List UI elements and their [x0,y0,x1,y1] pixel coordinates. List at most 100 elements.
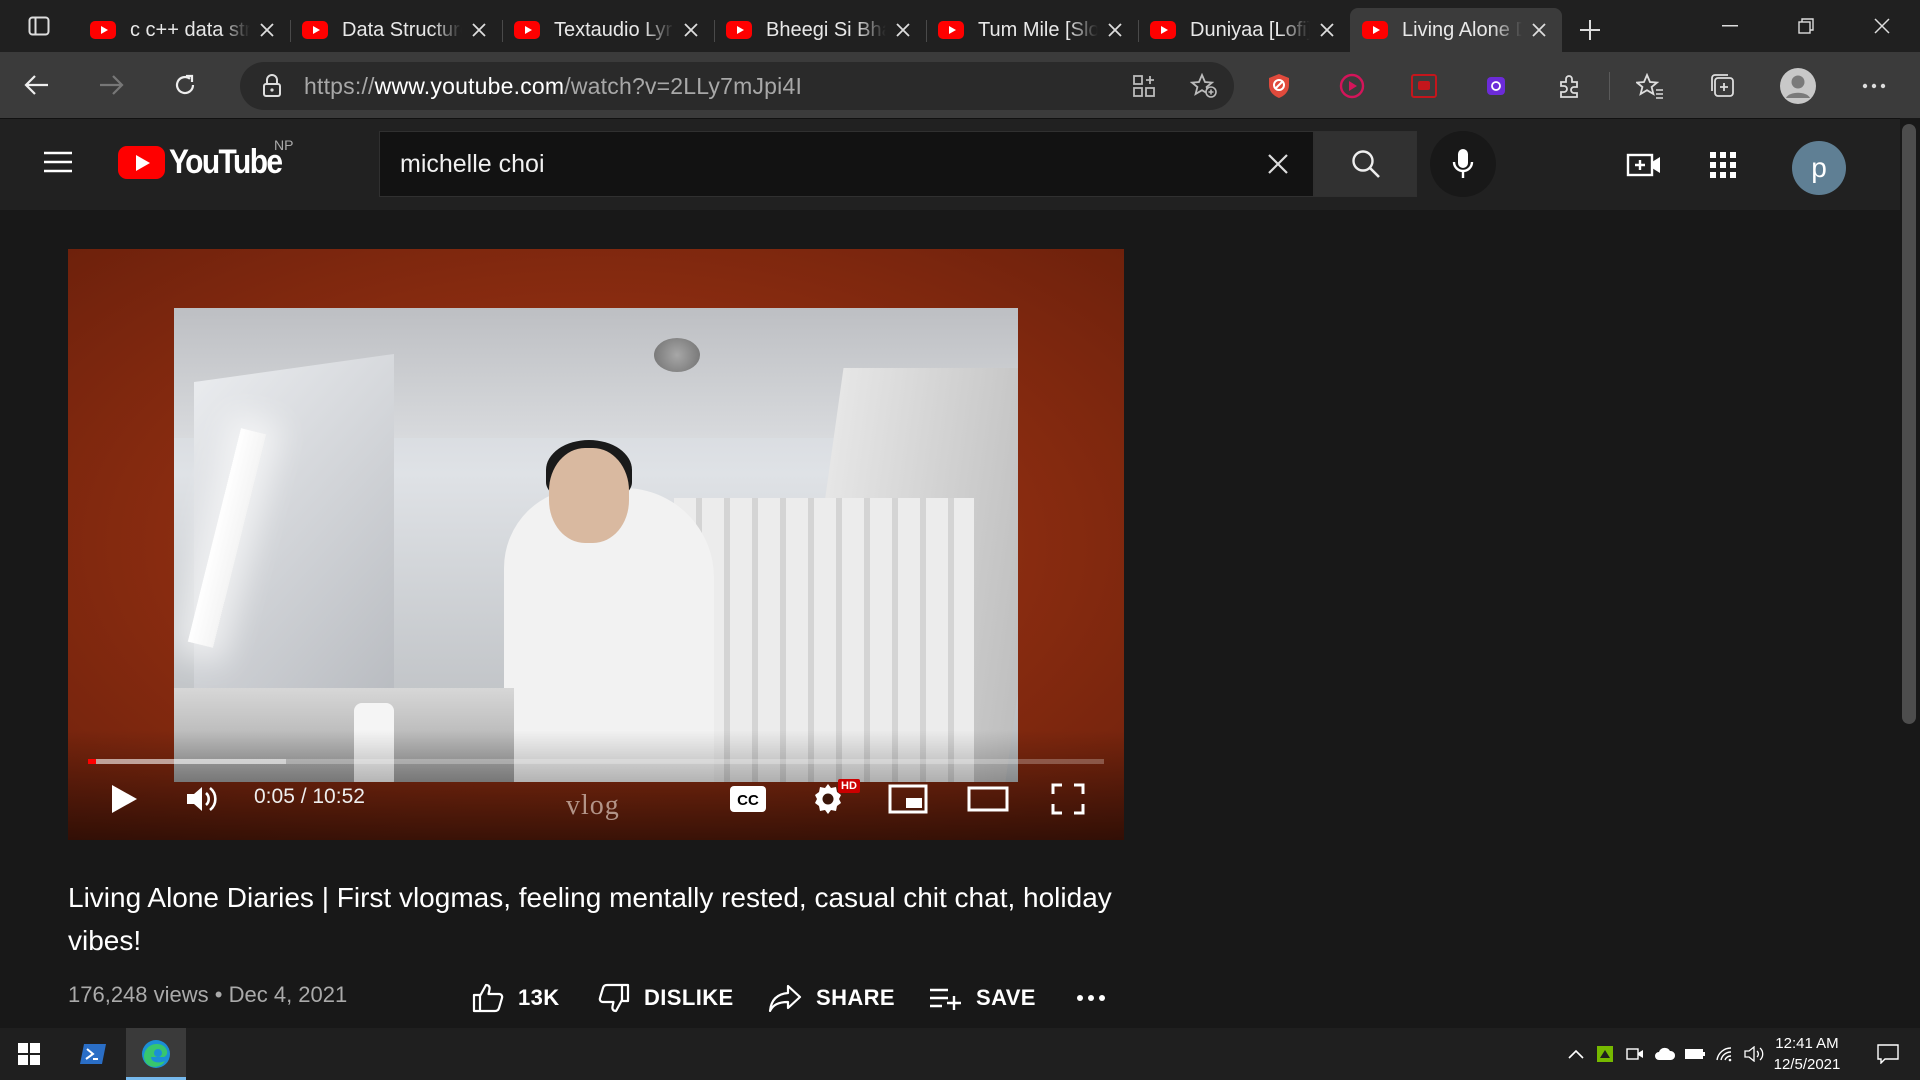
extension-video-button[interactable] [1398,62,1450,110]
search-button[interactable] [1314,131,1417,197]
taskbar-edge[interactable] [126,1028,186,1080]
tab-title: Bheegi Si Bhaagi Si [766,18,886,41]
tray-nvidia[interactable] [1590,1045,1620,1063]
progress-bar[interactable] [88,759,1104,764]
apps-button[interactable] [1701,143,1745,187]
address-bar[interactable]: https://www.youtube.com/watch?v=2LLy7mJp… [240,62,1234,110]
action-center-button[interactable] [1862,1028,1914,1080]
dislike-button[interactable]: DISLIKE [598,978,734,1018]
forward-button[interactable] [74,52,148,118]
browser-tab[interactable]: Data Structures [290,8,502,52]
video-player[interactable]: 0:05 / 10:52 vlog CC HD [68,249,1124,840]
fullscreen-button[interactable] [1036,774,1100,824]
close-window-button[interactable] [1844,0,1920,52]
plus-icon [1580,20,1600,40]
save-button[interactable]: SAVE [928,978,1036,1018]
more-horizontal-icon [1862,83,1886,89]
url-prefix: https:// [304,72,375,99]
app-available-button[interactable] [1114,74,1174,98]
refresh-button[interactable] [148,52,222,118]
restore-icon [1798,18,1814,34]
play-button[interactable] [94,774,154,824]
tab-close-icon[interactable] [468,19,490,41]
captions-button[interactable]: CC [716,774,780,824]
extensions-button[interactable] [1544,62,1596,110]
edge-browser-icon [142,1040,170,1068]
taskbar-clock[interactable]: 12:41 AM 12/5/2021 [1764,1033,1850,1075]
browser-tab[interactable]: Bheegi Si Bhaagi Si [714,8,926,52]
taskbar-powershell[interactable] [62,1028,124,1080]
time-display: 0:05 / 10:52 [254,785,365,808]
collections-icon [1711,74,1734,97]
tab-close-icon[interactable] [256,19,278,41]
more-horizontal-icon [1077,995,1105,1001]
browser-tab-active[interactable]: Living Alone Diaries [1350,8,1562,52]
browser-tab[interactable]: Textaudio Lyrics [502,8,714,52]
meta-separator: • [214,982,223,1007]
tray-wifi[interactable] [1710,1046,1740,1062]
browser-tab[interactable]: Tum Mile [Slowed] [926,8,1138,52]
voice-search-button[interactable] [1430,131,1496,197]
windows-logo-icon [18,1043,40,1065]
add-favorite-button[interactable] [1174,73,1234,99]
url-domain: www.youtube.com [374,72,565,99]
extension-shield-button[interactable] [1253,62,1305,110]
tab-close-icon[interactable] [1316,19,1338,41]
tray-onedrive[interactable] [1650,1047,1680,1061]
tray-meet-now[interactable] [1620,1046,1650,1062]
youtube-favicon-icon [514,21,540,39]
tab-close-icon[interactable] [1528,19,1550,41]
favorites-button[interactable] [1624,62,1676,110]
tab-close-icon[interactable] [892,19,914,41]
clear-search-button[interactable] [1243,153,1313,175]
theater-mode-button[interactable] [956,774,1020,824]
youtube-logo[interactable]: YouTube NP [118,137,297,182]
new-tab-button[interactable] [1562,8,1618,52]
browser-tab[interactable]: Duniyaa [Lofi] [1138,8,1350,52]
minimize-button[interactable] [1692,0,1768,52]
playlist-add-icon [930,988,961,1010]
account-avatar[interactable]: p [1792,141,1846,195]
tab-actions-button[interactable] [0,0,78,52]
extension-purple-button[interactable] [1470,62,1522,110]
scrollbar-thumb[interactable] [1902,124,1916,724]
country-code: NP [274,137,294,153]
like-button[interactable]: 13K [472,978,560,1018]
close-icon [1268,154,1288,174]
tab-close-icon[interactable] [1104,19,1126,41]
start-button[interactable] [0,1028,58,1080]
nvidia-icon [1597,1046,1613,1062]
mute-button[interactable] [172,774,232,824]
settings-more-button[interactable] [1848,62,1900,110]
arrow-right-icon [100,75,124,95]
save-label: SAVE [976,985,1036,1010]
like-count: 13K [518,985,560,1010]
tray-battery[interactable] [1680,1048,1710,1060]
more-actions-button[interactable] [1076,978,1120,1018]
tab-close-icon[interactable] [680,19,702,41]
collections-button[interactable] [1697,62,1749,110]
guide-menu-button[interactable] [42,149,74,180]
extension-player-button[interactable] [1326,62,1378,110]
lock-icon[interactable] [240,74,304,98]
share-button[interactable]: SHARE [768,978,895,1018]
thumbs-down-icon [598,983,630,1013]
url-text[interactable]: https://www.youtube.com/watch?v=2LLy7mJp… [304,73,1114,100]
profile-button[interactable] [1772,62,1824,110]
upload-date: Dec 4, 2021 [228,982,348,1007]
share-label: SHARE [816,985,896,1010]
search-box[interactable]: michelle choi [379,131,1314,197]
youtube-favicon-icon [1150,21,1176,39]
create-button[interactable] [1622,143,1666,187]
show-hidden-icons-button[interactable] [1562,1049,1590,1059]
video-meta: 176,248 views • Dec 4, 2021 [68,982,347,1008]
restore-button[interactable] [1768,0,1844,52]
tab-title: c c++ data structures [130,18,250,41]
cloud-icon [1655,1047,1676,1060]
tab-title: Data Structures [342,18,462,41]
search-input[interactable]: michelle choi [380,150,1243,179]
miniplayer-button[interactable] [876,774,940,824]
view-count: 176,248 views [68,982,209,1007]
back-button[interactable] [0,52,74,118]
browser-tab[interactable]: c c++ data structures [78,8,290,52]
